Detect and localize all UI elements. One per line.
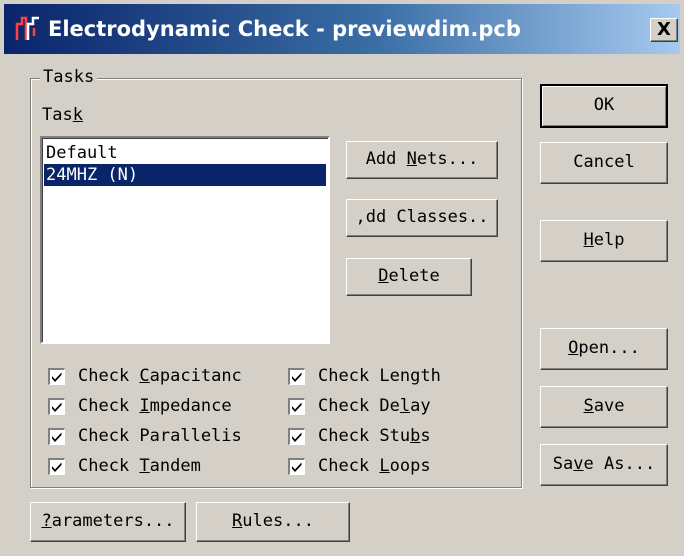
check-delay-checkbox[interactable]: Check Delay [288,394,478,418]
task-label: Task [42,105,83,125]
checkbox-box[interactable] [288,458,305,475]
check-loops-checkbox[interactable]: Check Loops [288,454,478,478]
ok-button[interactable]: OK [540,84,668,128]
help-button[interactable]: Help [540,220,668,262]
task-list-item-selected[interactable]: 24MHZ (N) [44,164,326,186]
checkmark-icon [292,462,302,472]
open-button[interactable]: Open... [540,328,668,370]
checkbox-box[interactable] [288,368,305,385]
checkbox-box[interactable] [48,428,65,445]
check-tandem-checkbox[interactable]: Check Tandem [48,454,284,478]
rules-button[interactable]: Rules... [196,502,350,542]
checkmark-icon [52,432,62,442]
close-icon: X [657,19,671,40]
checkmark-icon [52,372,62,382]
delete-button[interactable]: Delete [346,258,472,296]
check-impedance-checkbox[interactable]: Check Impedance [48,394,284,418]
task-listbox[interactable]: Default 24MHZ (N) [40,136,330,344]
add-nets-button[interactable]: Add Nets... [346,141,498,179]
tasks-group-legend: Tasks [40,66,98,88]
electrodynamic-check-dialog: Electrodynamic Check - previewdim.pcb X … [0,0,684,556]
save-button[interactable]: Save [540,386,668,428]
check-parallelism-checkbox[interactable]: Check Parallelis [48,424,284,448]
title-bar[interactable]: Electrodynamic Check - previewdim.pcb X [4,4,680,54]
add-classes-button[interactable]: ,dd Classes.. [346,199,498,237]
parameters-button[interactable]: ?arameters... [30,502,186,542]
checkmark-icon [52,462,62,472]
task-list-item[interactable]: Default [42,142,328,164]
cancel-button[interactable]: Cancel [540,142,668,184]
check-length-checkbox[interactable]: Check Length [288,364,478,388]
signal-waveform-icon [15,16,39,40]
checkbox-box[interactable] [288,428,305,445]
checkmark-icon [292,432,302,442]
close-button[interactable]: X [650,18,678,42]
checkbox-box[interactable] [48,368,65,385]
checkbox-box[interactable] [48,458,65,475]
checkbox-box[interactable] [48,398,65,415]
checkbox-box[interactable] [288,398,305,415]
save-as-button[interactable]: Save As... [540,444,668,486]
checkmark-icon [292,402,302,412]
checkmark-icon [292,372,302,382]
check-stubs-checkbox[interactable]: Check Stubs [288,424,478,448]
check-capacitance-checkbox[interactable]: Check Capacitanc [48,364,284,388]
window-title: Electrodynamic Check - previewdim.pcb [48,17,521,41]
checkmark-icon [52,402,62,412]
